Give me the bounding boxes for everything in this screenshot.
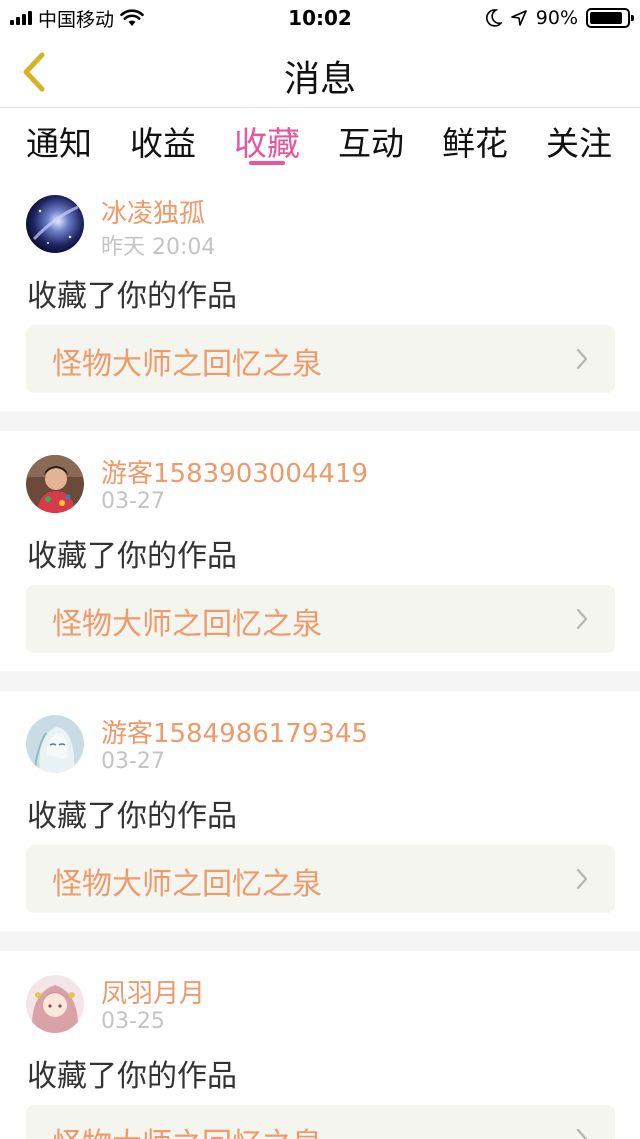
chevron-right-icon (576, 868, 588, 890)
chevron-right-icon (576, 348, 588, 370)
message-item: 凤羽月月 03-25 收藏了你的作品 怪物大师之回忆之泉 (0, 951, 640, 1139)
avatar[interactable] (26, 975, 84, 1033)
work-title: 怪物大师之回忆之泉 (52, 1119, 322, 1139)
avatar[interactable] (26, 455, 84, 513)
message-item: 冰凌独孤 昨天 20:04 收藏了你的作品 怪物大师之回忆之泉 (0, 171, 640, 411)
timestamp: 03-27 (101, 749, 165, 774)
battery-icon (586, 8, 634, 28)
username[interactable]: 冰凌独孤 (101, 193, 205, 230)
divider (0, 411, 640, 431)
nav-bar: 消息 (0, 36, 640, 108)
status-bar: 中国移动 10:02 90% (0, 0, 640, 36)
divider (0, 931, 640, 951)
action-text: 收藏了你的作品 (27, 799, 237, 834)
battery-percent: 90% (535, 7, 578, 29)
action-text: 收藏了你的作品 (27, 539, 237, 574)
work-link[interactable]: 怪物大师之回忆之泉 (26, 325, 615, 393)
action-text: 收藏了你的作品 (27, 1059, 237, 1094)
divider (0, 671, 640, 691)
tab-flowers[interactable]: 鲜花 (442, 109, 508, 171)
message-list: 冰凌独孤 昨天 20:04 收藏了你的作品 怪物大师之回忆之泉 游客158390… (0, 171, 640, 1139)
username[interactable]: 游客1583903004419 (101, 453, 368, 490)
avatar[interactable] (26, 715, 84, 773)
work-title: 怪物大师之回忆之泉 (52, 347, 322, 382)
page-title: 消息 (283, 59, 356, 100)
work-title: 怪物大师之回忆之泉 (52, 607, 322, 642)
chevron-right-icon (576, 1128, 588, 1139)
tab-interactions[interactable]: 互动 (338, 109, 404, 171)
tab-earnings[interactable]: 收益 (130, 109, 196, 171)
work-link[interactable]: 怪物大师之回忆之泉 (26, 585, 615, 653)
chevron-right-icon (576, 608, 588, 630)
avatar[interactable] (26, 195, 84, 253)
work-title: 怪物大师之回忆之泉 (52, 867, 322, 902)
moon-icon (485, 9, 502, 27)
location-arrow-icon (510, 10, 527, 26)
tab-notifications[interactable]: 通知 (26, 109, 92, 171)
battery-level (590, 12, 623, 24)
tab-follows[interactable]: 关注 (546, 109, 612, 171)
timestamp: 昨天 20:04 (101, 235, 216, 260)
action-text: 收藏了你的作品 (27, 279, 237, 314)
timestamp: 03-25 (101, 1009, 165, 1034)
tab-favorites[interactable]: 收藏 (234, 109, 300, 171)
tab-bar: 通知 收益 收藏 互动 鲜花 关注 (0, 109, 640, 171)
work-link[interactable]: 怪物大师之回忆之泉 (26, 845, 615, 913)
status-right: 90% (485, 6, 634, 30)
username[interactable]: 游客1584986179345 (101, 713, 368, 750)
message-item: 游客1584986179345 03-27 收藏了你的作品 怪物大师之回忆之泉 (0, 691, 640, 931)
message-item: 游客1583903004419 03-27 收藏了你的作品 怪物大师之回忆之泉 (0, 431, 640, 671)
work-link[interactable]: 怪物大师之回忆之泉 (26, 1105, 615, 1139)
timestamp: 03-27 (101, 489, 165, 514)
username[interactable]: 凤羽月月 (101, 973, 205, 1010)
